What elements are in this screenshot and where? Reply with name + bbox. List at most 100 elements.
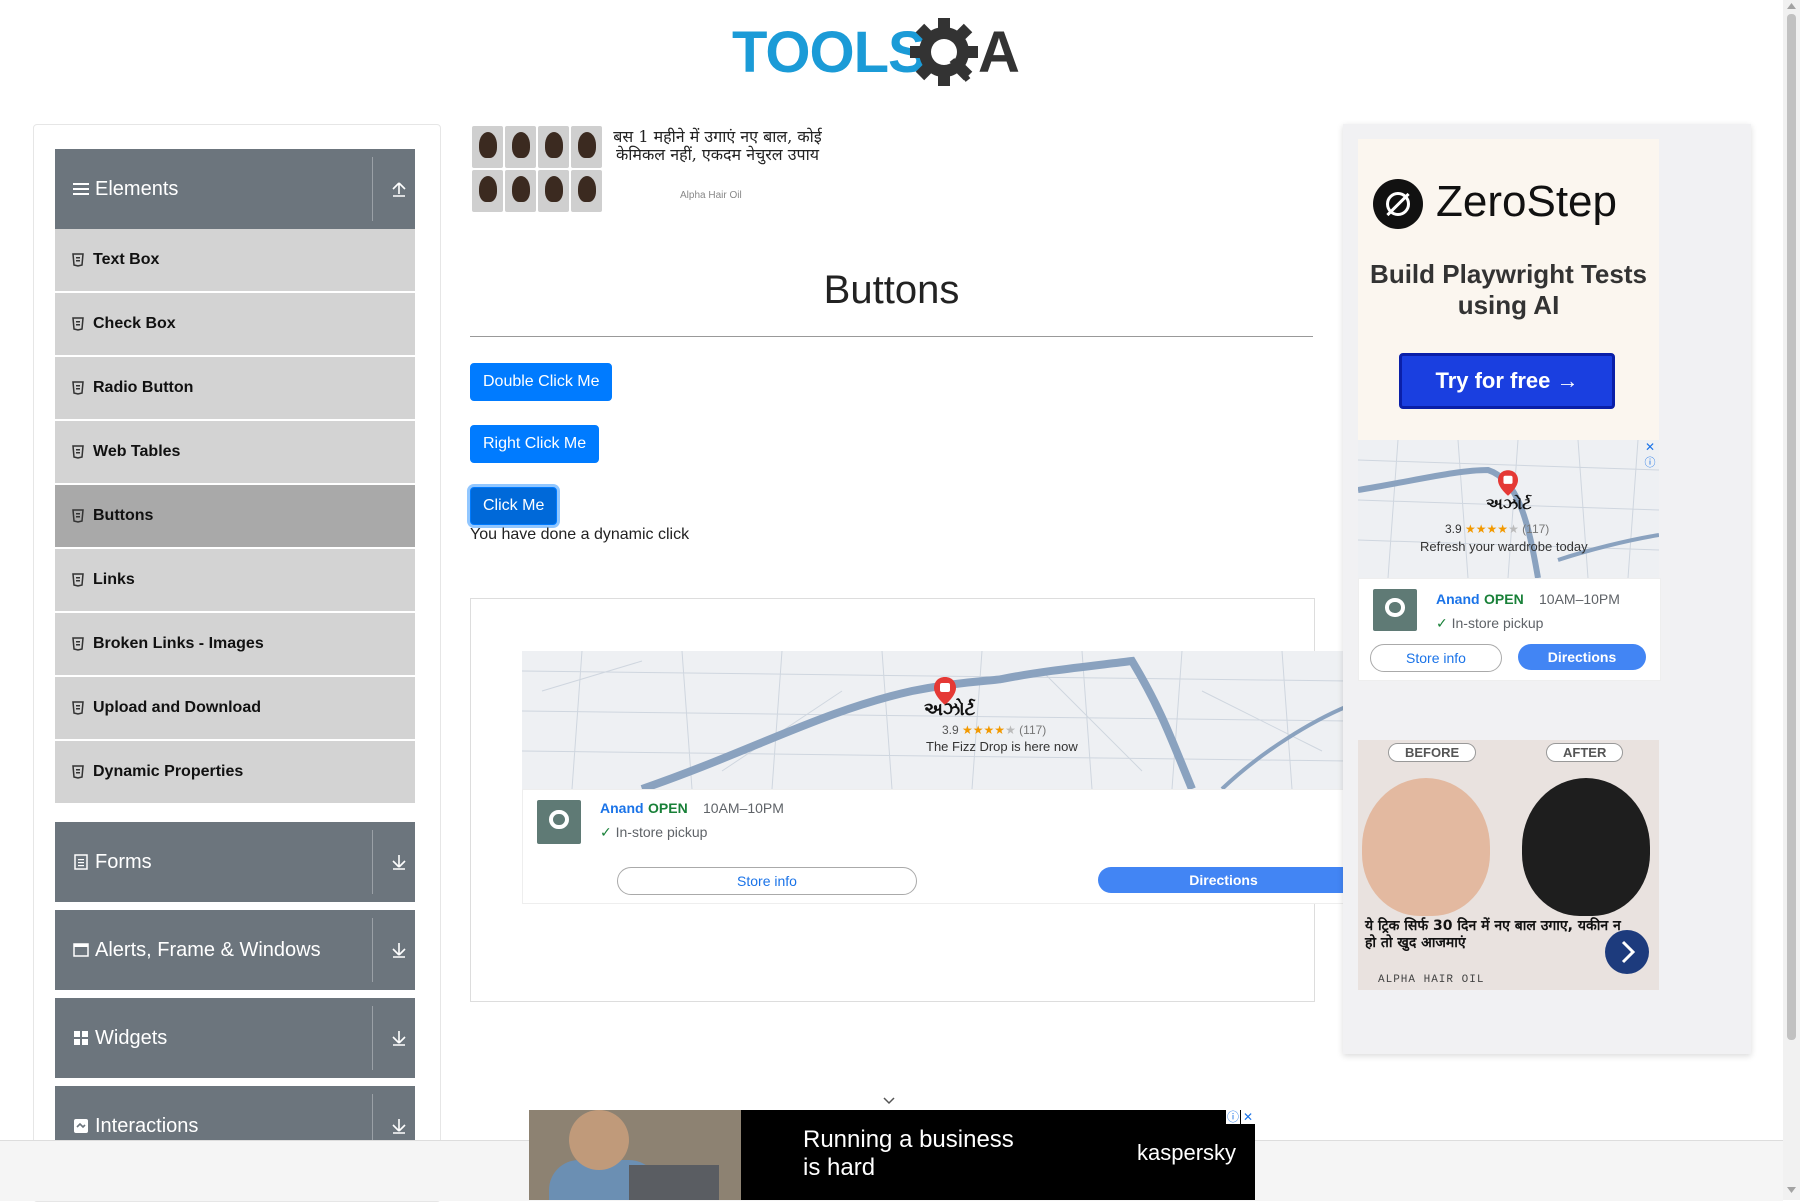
group-title: Widgets [95,1026,168,1049]
store-actions: Store info Directions [522,859,1350,904]
scroll-up-icon [1787,3,1796,9]
group-header-elements[interactable]: Elements [55,149,415,229]
html5-icon [72,637,84,651]
bald-head-image [1362,778,1490,916]
store-hours: 10AM–10PM [1539,591,1620,607]
chevron-down-icon[interactable] [883,1096,895,1106]
store-card[interactable]: Anand OPEN 10AM–10PM ✓ In-store pickup [522,789,1350,861]
zerostep-ad[interactable]: ZeroStep Build Playwright Tests using AI… [1358,139,1659,440]
menu-item-dynamic-properties[interactable]: Dynamic Properties [55,741,415,803]
divider [372,1006,373,1070]
expand-arrow-icon[interactable] [389,1028,409,1048]
menu-item-buttons[interactable]: Buttons [55,485,415,547]
checkmark-icon: ✓ [600,824,612,840]
html5-icon [72,573,84,587]
top-banner-ad[interactable]: बस 1 महीने में उगाएं नए बाल, कोई केमिकल … [470,124,830,214]
expand-arrow-icon[interactable] [389,940,409,960]
map-caption: The Fizz Drop is here now [926,739,1078,754]
next-arrow-button[interactable] [1605,930,1649,974]
store-logo-icon [1373,589,1417,631]
double-click-button[interactable]: Double Click Me [470,363,613,401]
menu-item-label: Links [93,571,135,588]
pickup-label: In-store pickup [615,824,708,840]
directions-button[interactable]: Directions [1518,644,1646,670]
html5-icon [72,509,84,523]
menu-item-links[interactable]: Links [55,549,415,611]
group-header-forms[interactable]: Forms [55,822,415,902]
menu-item-label: Radio Button [93,379,194,396]
small-store-actions: Store info Directions [1358,636,1661,681]
page-title: Buttons [823,268,960,312]
review-count: (117) [1522,522,1550,536]
group-title: Interactions [95,1114,199,1137]
menu-item-web-tables[interactable]: Web Tables [55,421,415,483]
click-me-button[interactable]: Click Me [470,487,558,525]
html5-icon [72,253,84,267]
small-store-card[interactable]: Anand OPEN 10AM–10PM ✓ In-store pickup [1358,578,1661,638]
menu-item-label: Check Box [93,315,176,332]
expand-arrow-icon[interactable] [389,852,409,872]
group-header-alerts[interactable]: Alerts, Frame & Windows [55,910,415,990]
store-info-button[interactable]: Store info [617,867,917,895]
map-caption: Refresh your wardrobe today [1420,539,1588,554]
small-map-view[interactable]: અઝોર્ટ 3.9 ★★★★★ (117) Refresh your ward… [1358,440,1659,578]
title-divider [470,336,1313,337]
menu-item-text-box[interactable]: Text Box [55,229,415,291]
dynamic-click-message: You have done a dynamic click [470,526,690,543]
menu-item-radio-button[interactable]: Radio Button [55,357,415,419]
store-info-button[interactable]: Store info [1370,644,1502,672]
group-header-widgets[interactable]: Widgets [55,998,415,1078]
directions-button[interactable]: Directions [1098,867,1349,893]
ad-info-icon[interactable]: ⓘ [1226,1110,1240,1124]
zerostep-tagline: Build Playwright Tests using AI [1370,259,1647,320]
scroll-thumb[interactable] [1787,14,1796,1040]
chevron-right-icon [1621,940,1636,964]
hair-ad-text: ये ट्रिक सिर्फ 30 दिन में नए बाल उगाए, य… [1365,918,1621,951]
menu-item-label: Broken Links - Images [93,635,264,652]
rating-value: 3.9 [942,723,959,737]
menu-icon [73,181,89,197]
store-name: Anand [1436,591,1480,607]
rating-star-empty-icon: ★ [1005,723,1016,737]
hair-head-image [1522,778,1650,916]
menu-item-upload-download[interactable]: Upload and Download [55,677,415,739]
ad-close-icon[interactable]: ✕ [1241,1110,1255,1124]
zerostep-brand: ZeroStep [1436,177,1617,226]
toolsqa-logo[interactable]: TOOLS A [732,14,1057,90]
menu-item-label: Dynamic Properties [93,763,244,780]
elements-menu: Text Box Check Box Radio Button Web Tabl… [55,229,415,805]
map-pin-icon [1498,470,1518,496]
map-rating-label: 3.9 ★★★★★ (117) [942,723,1046,737]
divider [372,918,373,982]
ad-close-icon[interactable]: ✕ [1643,440,1657,454]
scroll-down-icon [1787,1187,1796,1193]
logo-text-tools: TOOLS [732,20,926,85]
page-scrollbar[interactable] [1783,0,1800,1200]
map-place-name: અઝોર્ટ [1486,496,1532,513]
hair-before-after-ad[interactable]: BEFORE AFTER ये ट्रिक सिर्फ 30 दिन में न… [1358,740,1659,990]
try-for-free-button[interactable]: Try for free → [1399,353,1615,409]
ad-headline: Running a business is hard [803,1126,1014,1182]
before-label: BEFORE [1388,743,1477,762]
group-title: Alerts, Frame & Windows [95,938,321,961]
map-view[interactable]: અઝોર્ટ 3.9 ★★★★★ (117) The Fizz Drop is … [522,651,1348,789]
menu-item-label: Text Box [93,251,160,268]
ad-photo [529,1110,741,1200]
left-sidebar: Elements Text Box Check Box Radio Button… [33,124,441,1202]
document-icon [73,854,89,870]
pickup-label: In-store pickup [1451,615,1544,631]
map-ad-container: અઝોર્ટ 3.9 ★★★★★ (117) The Fizz Drop is … [470,598,1350,1002]
collapse-arrow-icon[interactable] [389,179,409,199]
right-click-button[interactable]: Right Click Me [470,425,600,463]
gear-icon [910,18,978,86]
menu-item-check-box[interactable]: Check Box [55,293,415,355]
menu-item-broken-links[interactable]: Broken Links - Images [55,613,415,675]
kaspersky-ad[interactable]: Running a business is hard kaspersky ⓘ ✕ [529,1110,1255,1200]
html5-icon [72,317,84,331]
html5-icon [72,381,84,395]
ad-info-icon[interactable]: ⓘ [1643,456,1657,470]
ad-brand: Alpha Hair Oil [680,190,742,201]
review-count: (117) [1019,723,1047,737]
expand-arrow-icon[interactable] [389,1116,409,1136]
html5-icon [72,765,84,779]
